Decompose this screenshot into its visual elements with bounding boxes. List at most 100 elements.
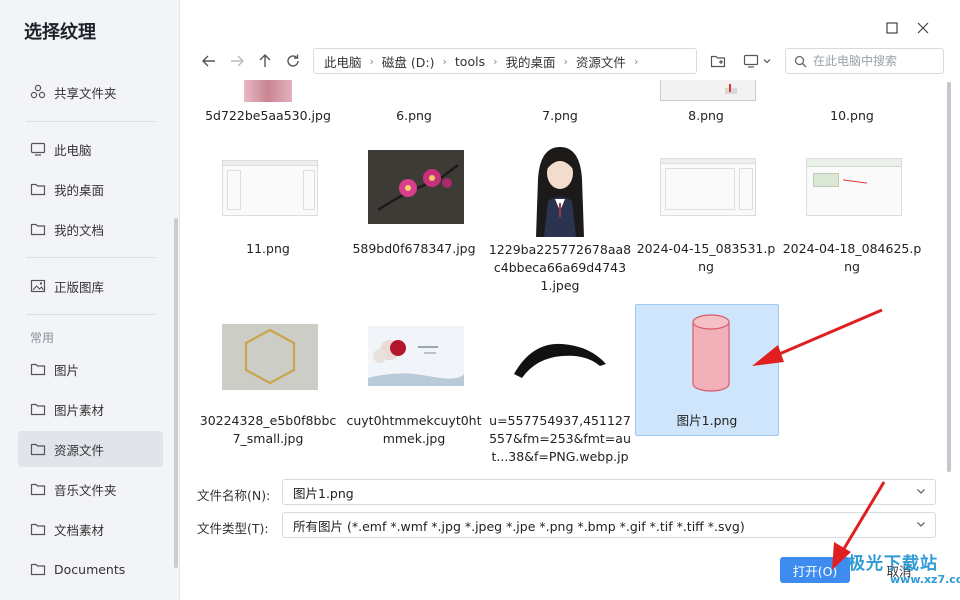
file-thumbnail xyxy=(660,80,756,101)
file-thumbnail xyxy=(368,150,464,224)
arrow-left-icon xyxy=(202,55,215,67)
sidebar-item-picture-materials[interactable]: 图片素材 xyxy=(18,391,163,427)
maximize-button[interactable] xyxy=(882,18,902,38)
sidebar-item-this-pc[interactable]: 此电脑 xyxy=(18,131,163,167)
refresh-icon xyxy=(287,54,299,67)
breadcrumb-item[interactable]: 磁盘 (D:) xyxy=(382,52,435,71)
search-icon xyxy=(794,55,807,67)
monitor-icon xyxy=(30,141,46,157)
sidebar-item-shared-folder[interactable]: 共享文件夹 xyxy=(18,74,163,110)
chevron-right-icon: › xyxy=(633,54,639,68)
file-name: 11.png xyxy=(246,241,290,256)
file-thumbnail xyxy=(222,160,318,216)
arrow-right-icon xyxy=(231,55,244,67)
sidebar-item-gallery[interactable]: 正版图库 xyxy=(18,268,163,304)
sidebar: 选择纹理 共享文件夹 此电脑 我的桌面 我的文档 正版图库 常用 图片 图片素材… xyxy=(0,0,180,600)
sidebar-item-label: 文档素材 xyxy=(54,522,105,538)
sidebar-item-label: Documents xyxy=(54,561,126,577)
filetype-select[interactable]: 所有图片 (*.emf *.wmf *.jpg *.jpeg *.jpe *.p… xyxy=(282,512,936,538)
file-thumbnail xyxy=(660,158,756,216)
file-name: 8.png xyxy=(688,108,724,123)
sidebar-item-label: 音乐文件夹 xyxy=(54,482,117,498)
monitor-icon xyxy=(743,54,758,68)
file-name: 6.png xyxy=(396,108,432,123)
search-box[interactable] xyxy=(785,48,944,74)
back-button[interactable] xyxy=(198,50,220,72)
close-icon xyxy=(917,22,929,34)
chevron-down-icon[interactable] xyxy=(915,518,927,530)
file-name: 30224328_e5b0f8bbc7_small.jpg xyxy=(199,413,337,446)
folder-icon xyxy=(30,441,46,457)
square-icon xyxy=(886,22,898,34)
filename-label: 文件名称(N): xyxy=(197,488,271,503)
file-name: u=557754937,451127557&fm=253&fmt=aut...3… xyxy=(489,413,631,470)
filename-value: 图片1.png xyxy=(293,485,354,501)
breadcrumb-item[interactable]: 此电脑 xyxy=(324,52,362,71)
sidebar-item-label: 此电脑 xyxy=(54,142,92,158)
search-input[interactable] xyxy=(813,54,933,68)
file-thumbnail xyxy=(663,308,759,398)
picture-icon xyxy=(30,278,46,294)
file-name: cuyt0htmmekcuyt0htmmek.jpg xyxy=(346,413,482,446)
sidebar-item-label: 图片素材 xyxy=(54,402,105,418)
sidebar-item-resource-files[interactable]: 资源文件 xyxy=(18,431,163,467)
chevron-right-icon: › xyxy=(493,54,498,68)
watermark: 极光下载站 www.xz7.com xyxy=(840,548,960,592)
sidebar-item-label: 共享文件夹 xyxy=(54,85,117,101)
breadcrumb-item[interactable]: 我的桌面 xyxy=(506,52,556,71)
close-button[interactable] xyxy=(913,18,933,38)
file-thumbnail xyxy=(806,158,902,216)
sidebar-item-doc-materials[interactable]: 文档素材 xyxy=(18,511,163,547)
file-name: 7.png xyxy=(542,108,578,123)
filename-field[interactable]: 图片1.png xyxy=(282,479,936,505)
folder-icon xyxy=(30,481,46,497)
chevron-down-icon xyxy=(763,59,770,64)
sidebar-item-pictures[interactable]: 图片 xyxy=(18,351,163,387)
grid-scrollbar[interactable] xyxy=(947,82,951,472)
filetype-value: 所有图片 (*.emf *.wmf *.jpg *.jpeg *.jpe *.p… xyxy=(293,518,745,534)
new-folder-button[interactable] xyxy=(707,50,729,72)
divider xyxy=(26,121,156,122)
file-name: 1229ba225772678aa8c4bbeca66a69d47431.jpe… xyxy=(488,242,632,293)
folder-icon xyxy=(30,401,46,417)
sidebar-item-label: 图片 xyxy=(54,362,80,378)
folder-icon xyxy=(30,221,46,237)
sidebar-group-label: 常用 xyxy=(30,331,55,345)
sidebar-item-documents-en[interactable]: Documents xyxy=(18,551,163,587)
chevron-right-icon: › xyxy=(369,54,374,68)
filetype-label: 文件类型(T): xyxy=(197,521,269,536)
chevron-down-icon[interactable] xyxy=(915,485,927,497)
sidebar-scrollbar[interactable] xyxy=(174,218,178,568)
scrollbar-thumb[interactable] xyxy=(947,82,951,472)
sidebar-item-desktop[interactable]: 我的桌面 xyxy=(18,171,163,207)
sidebar-item-label: 我的文档 xyxy=(54,222,105,238)
breadcrumb-item[interactable]: 资源文件 xyxy=(576,52,626,71)
sidebar-item-label: 资源文件 xyxy=(54,442,105,458)
divider xyxy=(26,257,156,258)
sidebar-item-music-folder[interactable]: 音乐文件夹 xyxy=(18,471,163,507)
file-name: 2024-04-15_083531.png xyxy=(636,241,776,274)
up-button[interactable] xyxy=(254,50,276,72)
folder-icon xyxy=(30,361,46,377)
folder-icon xyxy=(30,561,46,577)
file-name: 589bd0f678347.jpg xyxy=(352,241,476,256)
dialog-title: 选择纹理 xyxy=(24,22,96,43)
breadcrumb-item[interactable]: tools xyxy=(455,54,485,69)
forward-button[interactable] xyxy=(226,50,248,72)
file-thumbnail xyxy=(512,330,608,384)
new-folder-icon xyxy=(710,55,726,68)
arrow-up-icon xyxy=(259,54,271,67)
file-thumbnail xyxy=(368,326,464,386)
file-name: 2024-04-18_084625.png xyxy=(782,241,922,274)
file-thumbnail xyxy=(222,324,318,390)
chevron-right-icon: › xyxy=(563,54,568,68)
folder-icon xyxy=(30,521,46,537)
file-name: 5d722be5aa530.jpg xyxy=(205,108,331,123)
chevron-right-icon: › xyxy=(442,54,447,68)
refresh-button[interactable] xyxy=(282,50,304,72)
file-grid: 5d722be5aa530.jpg 6.png 7.png 8.png 10.p… xyxy=(196,80,940,470)
sidebar-item-label: 正版图库 xyxy=(54,279,105,295)
view-mode-button[interactable] xyxy=(740,50,774,72)
sidebar-item-label: 我的桌面 xyxy=(54,182,105,198)
sidebar-item-documents[interactable]: 我的文档 xyxy=(18,211,163,247)
